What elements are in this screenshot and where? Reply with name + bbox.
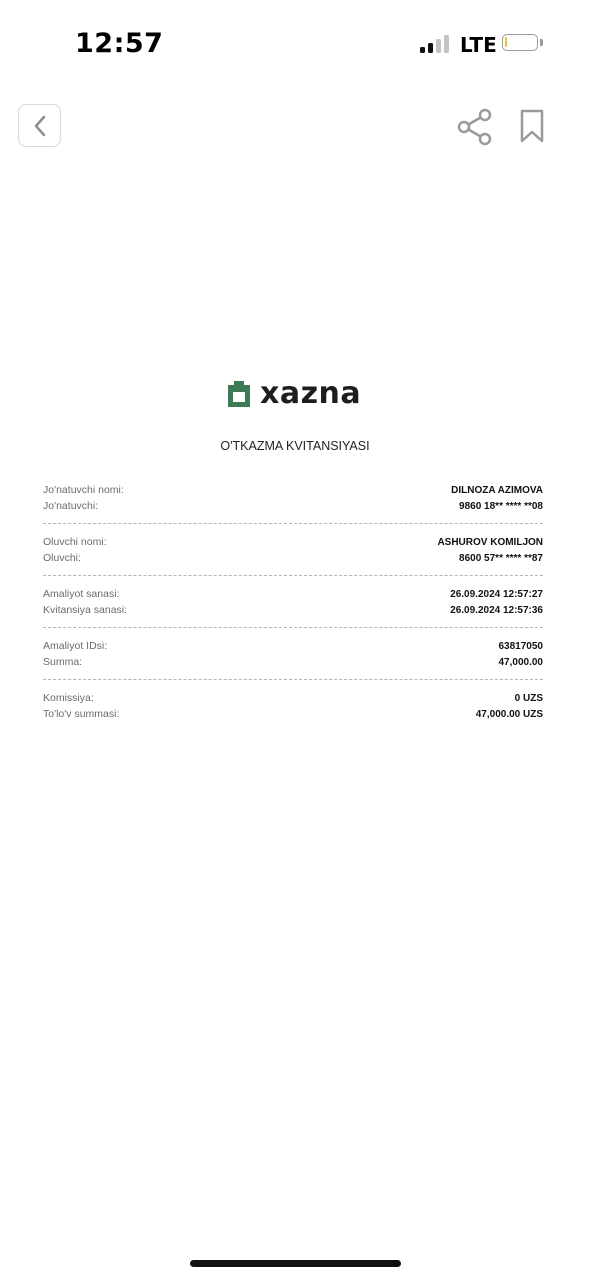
home-indicator[interactable] <box>190 1260 401 1267</box>
sender-name-label: Jo'natuvchi nomi: <box>43 484 124 496</box>
commission-label: Komissiya: <box>43 692 94 704</box>
divider <box>43 575 543 576</box>
receipt-row: Kvitansiya sanasi: 26.09.2024 12:57:36 <box>43 602 543 618</box>
chevron-left-icon <box>34 115 45 136</box>
bookmark-icon[interactable] <box>518 108 546 144</box>
receipt-date-value: 26.09.2024 12:57:36 <box>450 604 543 616</box>
sender-card-label: Jo'natuvchi: <box>43 500 99 512</box>
total-amount-value: 47,000.00 UZS <box>475 708 543 720</box>
operation-id-label: Amaliyot IDsi: <box>43 640 108 652</box>
amount-label: Summa: <box>43 656 83 668</box>
operation-group: Amaliyot IDsi: 63817050 Summa: 47,000.00 <box>43 638 543 670</box>
operation-id-value: 63817050 <box>498 640 544 652</box>
receipt-date-label: Kvitansiya sanasi: <box>43 604 128 616</box>
xazna-logo: xazna <box>228 378 361 410</box>
divider <box>43 523 543 524</box>
divider <box>43 679 543 680</box>
recipient-group: Oluvchi nomi: ASHUROV KOMILJON Oluvchi: … <box>43 534 543 566</box>
network-label: LTE <box>460 33 497 57</box>
receipt-row: Oluvchi nomi: ASHUROV KOMILJON <box>43 534 543 550</box>
battery-tip <box>540 39 543 46</box>
amount-value: 47,000.00 <box>498 656 544 668</box>
sender-card-value: 9860 18** **** **08 <box>459 500 543 512</box>
total-amount-label: To'lo'v summasi: <box>43 708 120 720</box>
receipt-row: Amaliyot sanasi: 26.09.2024 12:57:27 <box>43 586 543 602</box>
commission-value: 0 UZS <box>514 692 543 704</box>
receipt-row: Jo'natuvchi: 9860 18** **** **08 <box>43 498 543 514</box>
receipt-row: To'lo'v summasi: 47,000.00 UZS <box>43 706 543 722</box>
receipt-title: O'TKAZMA KVITANSIYASI <box>220 439 370 453</box>
receipt-details: Jo'natuvchi nomi: DILNOZA AZIMOVA Jo'nat… <box>43 482 543 722</box>
receipt-row: Komissiya: 0 UZS <box>43 690 543 706</box>
divider <box>43 627 543 628</box>
operation-date-label: Amaliyot sanasi: <box>43 588 120 600</box>
receipt-row: Oluvchi: 8600 57** **** **87 <box>43 550 543 566</box>
receipt-row: Jo'natuvchi nomi: DILNOZA AZIMOVA <box>43 482 543 498</box>
sender-name-value: DILNOZA AZIMOVA <box>451 484 543 496</box>
share-icon[interactable] <box>456 108 494 146</box>
brand-name: xazna <box>260 376 362 411</box>
status-time: 12:57 <box>75 28 164 59</box>
recipient-name-label: Oluvchi nomi: <box>43 536 107 548</box>
status-bar: 12:57 LTE <box>0 0 590 90</box>
wallet-logo-icon <box>228 381 250 407</box>
battery-icon <box>502 34 538 51</box>
receipt-row: Summa: 47,000.00 <box>43 654 543 670</box>
signal-icon <box>420 33 452 53</box>
totals-group: Komissiya: 0 UZS To'lo'v summasi: 47,000… <box>43 690 543 722</box>
back-button[interactable] <box>18 104 61 147</box>
sender-group: Jo'natuvchi nomi: DILNOZA AZIMOVA Jo'nat… <box>43 482 543 514</box>
dates-group: Amaliyot sanasi: 26.09.2024 12:57:27 Kvi… <box>43 586 543 618</box>
recipient-card-value: 8600 57** **** **87 <box>459 552 543 564</box>
receipt-row: Amaliyot IDsi: 63817050 <box>43 638 543 654</box>
operation-date-value: 26.09.2024 12:57:27 <box>450 588 543 600</box>
recipient-name-value: ASHUROV KOMILJON <box>437 536 543 548</box>
recipient-card-label: Oluvchi: <box>43 552 81 564</box>
